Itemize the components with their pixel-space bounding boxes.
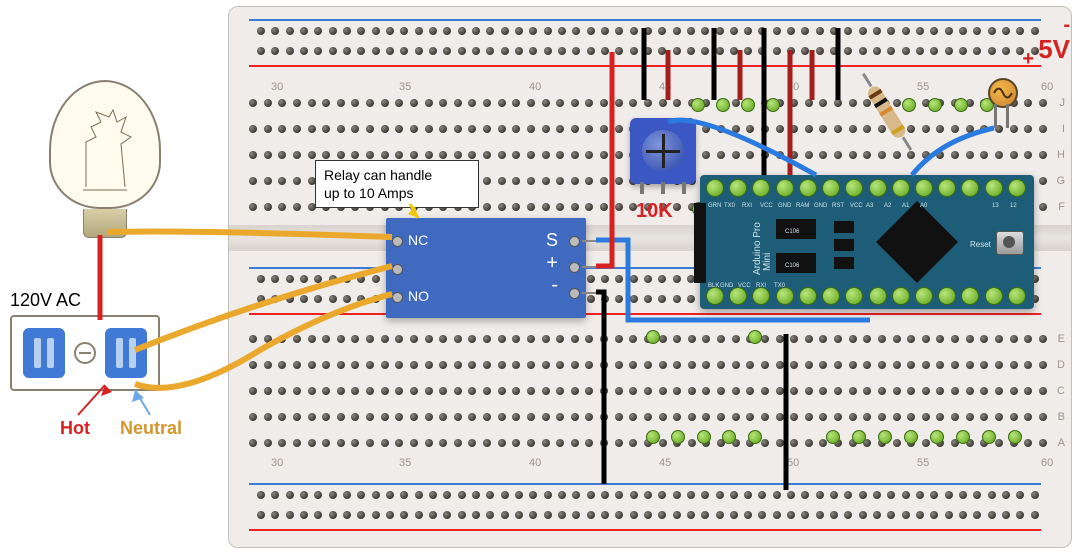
arduino-pro-mini: Arduino Pro Mini GRN BLK TX0 RXI VCC GND… <box>700 175 1034 309</box>
col-num: 60 <box>1041 81 1053 93</box>
col-num: 30 <box>271 81 283 93</box>
svg-text:12: 12 <box>1010 203 1017 209</box>
col-num: 40 <box>529 81 541 93</box>
svg-text:GRN: GRN <box>708 203 721 209</box>
svg-text:TX0: TX0 <box>774 283 786 289</box>
svg-text:RXI: RXI <box>756 283 766 289</box>
light-bulb <box>40 80 170 238</box>
svg-text:13: 13 <box>992 203 999 209</box>
svg-text:Reset: Reset <box>970 240 992 249</box>
svg-text:BLK: BLK <box>708 283 719 289</box>
relay-module: NC NO S + - <box>386 218 586 318</box>
wall-outlet: 120V AC <box>10 290 200 391</box>
relay-no-label: NO <box>408 288 429 304</box>
col-num: 55 <box>917 81 929 93</box>
pot-value-label: 10K <box>636 200 673 223</box>
svg-text:Mini: Mini <box>762 253 773 271</box>
svg-text:A3: A3 <box>866 203 874 209</box>
svg-text:C106: C106 <box>785 229 800 235</box>
svg-text:VCC: VCC <box>738 283 751 289</box>
svg-text:VCC: VCC <box>760 203 773 209</box>
row-d <box>249 361 1047 371</box>
callout-text: up to 10 Amps <box>324 184 470 202</box>
svg-text:GND: GND <box>814 203 828 209</box>
photoresistor <box>988 78 1018 108</box>
svg-text:RXI: RXI <box>742 203 752 209</box>
hot-label: Hot <box>60 418 90 439</box>
outlet-socket-left <box>23 328 65 378</box>
col-num: 50 <box>787 81 799 93</box>
relay-nc-label: NC <box>408 232 428 248</box>
power-plus: + <box>1022 48 1034 71</box>
svg-text:A2: A2 <box>884 203 892 209</box>
svg-text:A1: A1 <box>902 203 910 209</box>
row-b <box>249 413 1047 423</box>
relay-plus-label: + <box>546 252 558 275</box>
ac-voltage-label: 120V AC <box>10 290 200 311</box>
svg-text:GND: GND <box>778 203 792 209</box>
power-5v: 5V <box>1038 34 1070 65</box>
relay-minus-label: - <box>551 274 558 297</box>
relay-callout: Relay can handle up to 10 Amps <box>315 160 479 208</box>
svg-text:C106: C106 <box>785 263 800 269</box>
svg-text:GND: GND <box>720 283 734 289</box>
svg-text:TX0: TX0 <box>724 203 736 209</box>
col-num: 35 <box>399 81 411 93</box>
relay-s-label: S <box>546 230 558 251</box>
row-c <box>249 387 1047 397</box>
pot-knob[interactable] <box>642 130 684 172</box>
callout-text: Relay can handle <box>324 166 470 184</box>
rail-top-neg <box>257 27 1039 37</box>
svg-text:VCC: VCC <box>850 203 863 209</box>
potentiometer[interactable] <box>630 118 696 184</box>
col-num: 45 <box>659 81 671 93</box>
neutral-label: Neutral <box>120 418 182 439</box>
outlet-socket-right <box>105 328 147 378</box>
svg-text:RST: RST <box>832 203 844 209</box>
svg-text:A0: A0 <box>920 203 928 209</box>
svg-text:RAM: RAM <box>796 203 809 209</box>
screw-icon <box>74 342 96 364</box>
rail-top-pos <box>257 47 1039 57</box>
